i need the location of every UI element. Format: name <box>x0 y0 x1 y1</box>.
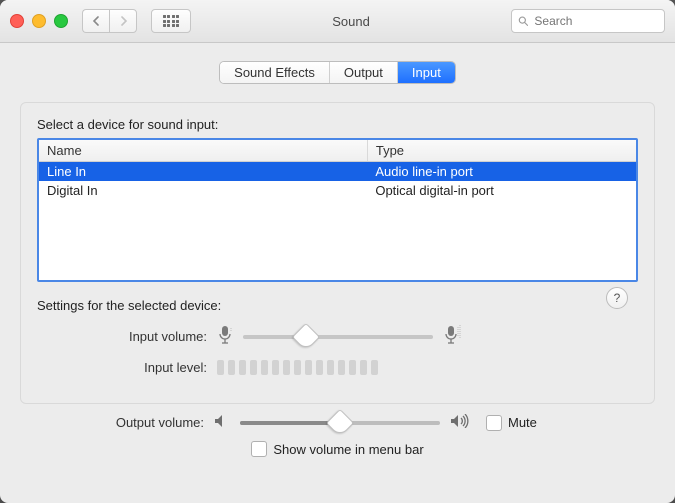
tab-sound-effects[interactable]: Sound Effects <box>220 62 330 83</box>
device-table[interactable]: Name Type Line In Audio line-in port Dig… <box>37 138 638 282</box>
device-select-label: Select a device for sound input: <box>37 117 638 132</box>
chevron-right-icon <box>119 16 128 26</box>
menubar-label: Show volume in menu bar <box>273 442 423 457</box>
output-volume-slider[interactable] <box>240 421 440 425</box>
zoom-icon[interactable] <box>54 14 68 28</box>
sound-preferences-window: Sound Sound Effects Output Input Select … <box>0 0 675 503</box>
nav-buttons <box>82 9 137 33</box>
tab-output[interactable]: Output <box>330 62 398 83</box>
microphone-high-icon <box>443 325 463 348</box>
window-controls <box>10 14 68 28</box>
back-button[interactable] <box>82 9 109 33</box>
grid-icon <box>163 15 180 27</box>
input-level-meter <box>217 360 378 375</box>
device-type: Audio line-in port <box>367 162 636 182</box>
input-volume-label: Input volume: <box>37 329 217 344</box>
search-field[interactable] <box>511 9 665 33</box>
slider-thumb[interactable] <box>326 408 354 436</box>
menubar-row: Show volume in menu bar <box>34 441 641 457</box>
device-name: Digital In <box>39 181 367 200</box>
footer: Output volume: Mute <box>14 404 661 457</box>
search-icon <box>518 15 528 27</box>
minimize-icon[interactable] <box>32 14 46 28</box>
input-level-row: Input level: <box>37 360 638 375</box>
mute-label: Mute <box>508 415 537 430</box>
input-volume-slider[interactable] <box>243 335 433 339</box>
input-level-label: Input level: <box>37 360 217 375</box>
search-input[interactable] <box>532 13 658 29</box>
checkbox-icon <box>486 415 502 431</box>
speaker-low-icon <box>214 414 230 431</box>
window-title: Sound <box>199 14 503 29</box>
device-name: Line In <box>39 162 367 182</box>
show-all-button[interactable] <box>151 9 191 33</box>
slider-thumb[interactable] <box>292 322 320 350</box>
input-panel: Select a device for sound input: Name Ty… <box>20 102 655 404</box>
mute-checkbox[interactable]: Mute <box>486 415 537 431</box>
help-button[interactable]: ? <box>606 287 628 309</box>
speaker-high-icon <box>450 414 472 431</box>
show-volume-menubar-checkbox[interactable]: Show volume in menu bar <box>251 441 423 457</box>
microphone-low-icon <box>217 325 233 348</box>
tab-bar: Sound Effects Output Input <box>14 61 661 84</box>
titlebar: Sound <box>0 0 675 43</box>
device-type: Optical digital-in port <box>367 181 636 200</box>
output-volume-label: Output volume: <box>34 415 214 430</box>
table-row[interactable]: Line In Audio line-in port <box>39 162 636 182</box>
checkbox-icon <box>251 441 267 457</box>
table-row[interactable]: Digital In Optical digital-in port <box>39 181 636 200</box>
col-name[interactable]: Name <box>39 140 367 162</box>
input-volume-row: Input volume: <box>37 325 638 348</box>
tab-input[interactable]: Input <box>398 62 455 83</box>
output-volume-row: Output volume: Mute <box>34 414 641 431</box>
chevron-left-icon <box>92 16 101 26</box>
help-button-wrap: ? <box>606 287 628 309</box>
settings-label: Settings for the selected device: <box>37 298 638 313</box>
col-type[interactable]: Type <box>367 140 636 162</box>
forward-button[interactable] <box>109 9 137 33</box>
close-icon[interactable] <box>10 14 24 28</box>
